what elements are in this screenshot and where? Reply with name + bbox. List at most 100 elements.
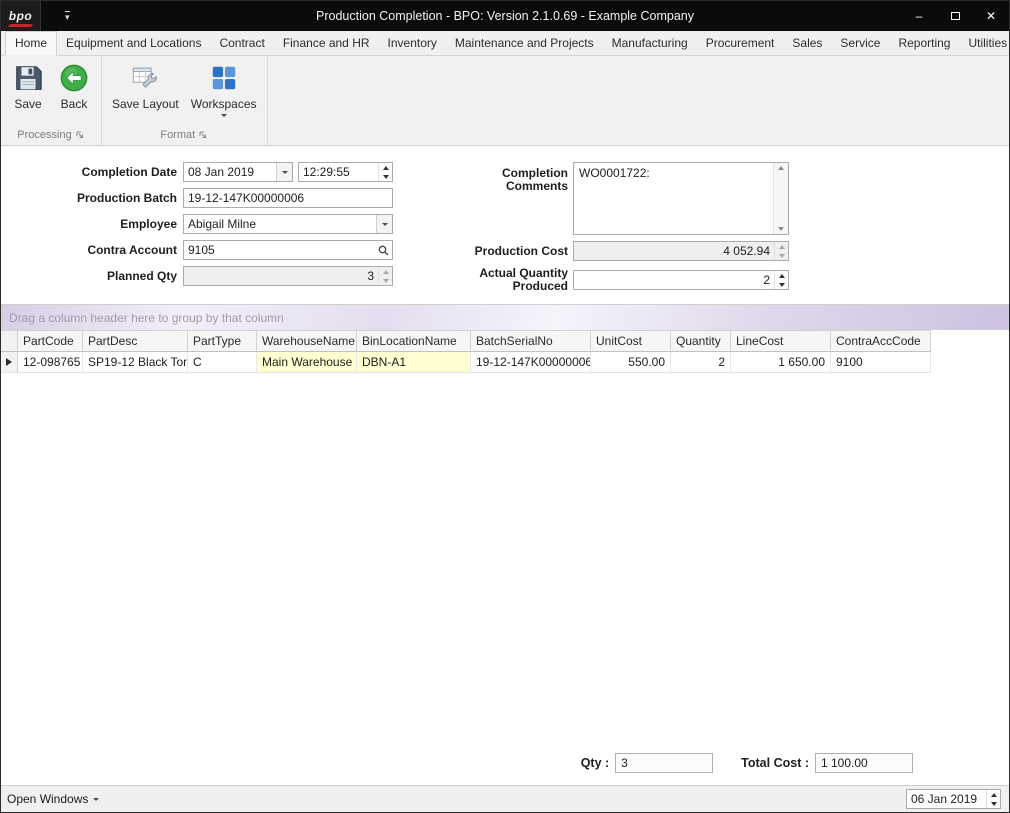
tab-home[interactable]: Home (5, 31, 58, 56)
column-header-quantity[interactable]: Quantity (671, 330, 731, 352)
tab-equipment-and-locations[interactable]: Equipment and Locations (57, 32, 210, 55)
save-button[interactable]: Save (5, 60, 51, 113)
column-header-parttype[interactable]: PartType (188, 330, 257, 352)
completion-time-value: 12:29:55 (303, 165, 350, 179)
tab-manufacturing[interactable]: Manufacturing (603, 32, 697, 55)
tab-service[interactable]: Service (831, 32, 889, 55)
total-cost-value: 1 100.00 (821, 756, 868, 770)
cell-warehousename[interactable]: Main Warehouse (257, 352, 357, 373)
employee-dropdown-icon[interactable] (376, 215, 392, 233)
actual-quantity-produced-input[interactable]: 2 (573, 270, 789, 290)
group-by-panel[interactable]: Drag a column header here to group by th… (1, 304, 1009, 330)
back-button-label: Back (60, 97, 88, 111)
app-window: bpo ▾ Production Completion - BPO: Versi… (0, 0, 1010, 813)
column-header-partdesc[interactable]: PartDesc (83, 330, 188, 352)
qty-total-label: Qty : (580, 756, 610, 770)
cell-partcode[interactable]: 12-098765 (18, 352, 83, 373)
tab-utilities[interactable]: Utilities (959, 32, 1009, 55)
current-row-arrow-icon (6, 358, 12, 366)
comments-scrollbar[interactable] (773, 163, 788, 234)
table-row[interactable]: 12-098765 SP19-12 Black Toner C Main War… (1, 352, 1009, 373)
bpo-logo-swoosh (7, 24, 34, 27)
completion-time-input[interactable]: 12:29:55 (298, 162, 393, 182)
tab-maintenance-and-projects[interactable]: Maintenance and Projects (446, 32, 603, 55)
qty-total-value: 3 (621, 756, 628, 770)
format-caption-label: Format (160, 129, 196, 141)
actual-quantity-spinner[interactable] (774, 271, 788, 289)
scroll-down-icon[interactable] (778, 227, 784, 231)
employee-value: Abigail Milne (188, 217, 257, 231)
cell-binlocationname[interactable]: DBN-A1 (357, 352, 471, 373)
completion-comments-value[interactable]: WO0001722: (574, 163, 773, 234)
actual-quantity-produced-value: 2 (763, 273, 770, 287)
save-layout-icon (130, 63, 160, 93)
completion-comments-textarea[interactable]: WO0001722: (573, 162, 789, 235)
employee-select[interactable]: Abigail Milne (183, 214, 393, 234)
tab-finance-and-hr[interactable]: Finance and HR (274, 32, 379, 55)
cell-unitcost[interactable]: 550.00 (591, 352, 671, 373)
completion-date-dropdown-icon[interactable] (276, 163, 292, 181)
bpo-logo-text: bpo (8, 9, 33, 23)
cell-batchserialno[interactable]: 19-12-147K00000006 (471, 352, 591, 373)
tab-sales[interactable]: Sales (783, 32, 831, 55)
status-date-spinner[interactable] (986, 790, 1000, 808)
row-indicator-header (1, 330, 18, 352)
group-dialog-launcher-icon[interactable] (199, 131, 208, 140)
column-header-partcode[interactable]: PartCode (18, 330, 83, 352)
planned-qty-input: 3 (183, 266, 393, 286)
minimize-button[interactable]: – (901, 1, 937, 31)
cell-partdesc[interactable]: SP19-12 Black Toner (83, 352, 188, 373)
production-batch-label: Production Batch (76, 190, 177, 205)
cell-linecost[interactable]: 1 650.00 (731, 352, 831, 373)
column-header-binlocationname[interactable]: BinLocationName (357, 330, 471, 352)
window-title: Production Completion - BPO: Version 2.1… (316, 9, 694, 23)
tab-reporting[interactable]: Reporting (889, 32, 959, 55)
chevron-down-icon (93, 797, 100, 801)
window-controls: – ✕ (901, 1, 1009, 31)
cell-parttype[interactable]: C (188, 352, 257, 373)
close-button[interactable]: ✕ (973, 1, 1009, 31)
ribbon-group-caption-processing: Processing (1, 128, 101, 145)
form-area: Completion Date 08 Jan 2019 12:29:55 Pro… (1, 146, 1009, 304)
production-cost-input: 4 052.94 (573, 241, 789, 261)
search-icon[interactable] (374, 245, 392, 256)
group-dialog-launcher-icon[interactable] (76, 131, 85, 140)
processing-caption-label: Processing (17, 129, 72, 141)
completion-date-value: 08 Jan 2019 (188, 165, 255, 179)
back-button[interactable]: Back (51, 60, 97, 113)
employee-label: Employee (120, 216, 177, 231)
save-icon (13, 63, 43, 93)
grid-header-row: PartCode PartDesc PartType WarehouseName… (1, 330, 1009, 352)
workspaces-dropdown-icon (220, 114, 227, 117)
titlebar: bpo ▾ Production Completion - BPO: Versi… (1, 1, 1009, 31)
chevron-down-icon (381, 222, 388, 226)
totals-row: Qty : 3 Total Cost : 1 100.00 (1, 753, 1009, 773)
tab-contract[interactable]: Contract (210, 32, 273, 55)
completion-time-spinner[interactable] (378, 163, 392, 181)
workspaces-button[interactable]: Workspaces (185, 60, 263, 119)
tab-inventory[interactable]: Inventory (379, 32, 446, 55)
ribbon-tab-strip: Home Equipment and Locations Contract Fi… (1, 31, 1009, 56)
status-date-input[interactable]: 06 Jan 2019 (906, 789, 1001, 809)
column-header-batchserialno[interactable]: BatchSerialNo (471, 330, 591, 352)
scroll-up-icon[interactable] (778, 166, 784, 170)
contra-account-input[interactable]: 9105 (183, 240, 393, 260)
column-header-contraacccode[interactable]: ContraAccCode (831, 330, 931, 352)
quick-access-dropdown-icon[interactable]: ▾ (65, 10, 70, 22)
column-header-warehousename[interactable]: WarehouseName (257, 330, 357, 352)
completion-date-input[interactable]: 08 Jan 2019 (183, 162, 293, 182)
production-batch-value: 19-12-147K00000006 (188, 191, 305, 205)
tab-procurement[interactable]: Procurement (697, 32, 784, 55)
open-windows-button[interactable]: Open Windows (7, 792, 100, 806)
save-layout-button[interactable]: Save Layout (106, 60, 185, 113)
planned-qty-value: 3 (367, 269, 374, 283)
cell-contraacccode[interactable]: 9100 (831, 352, 931, 373)
cell-quantity[interactable]: 2 (671, 352, 731, 373)
workspaces-icon (209, 63, 239, 93)
production-cost-spinner (774, 242, 788, 260)
maximize-button[interactable] (937, 1, 973, 31)
column-header-unitcost[interactable]: UnitCost (591, 330, 671, 352)
column-header-linecost[interactable]: LineCost (731, 330, 831, 352)
production-batch-input[interactable]: 19-12-147K00000006 (183, 188, 393, 208)
contra-account-label: Contra Account (87, 242, 177, 257)
